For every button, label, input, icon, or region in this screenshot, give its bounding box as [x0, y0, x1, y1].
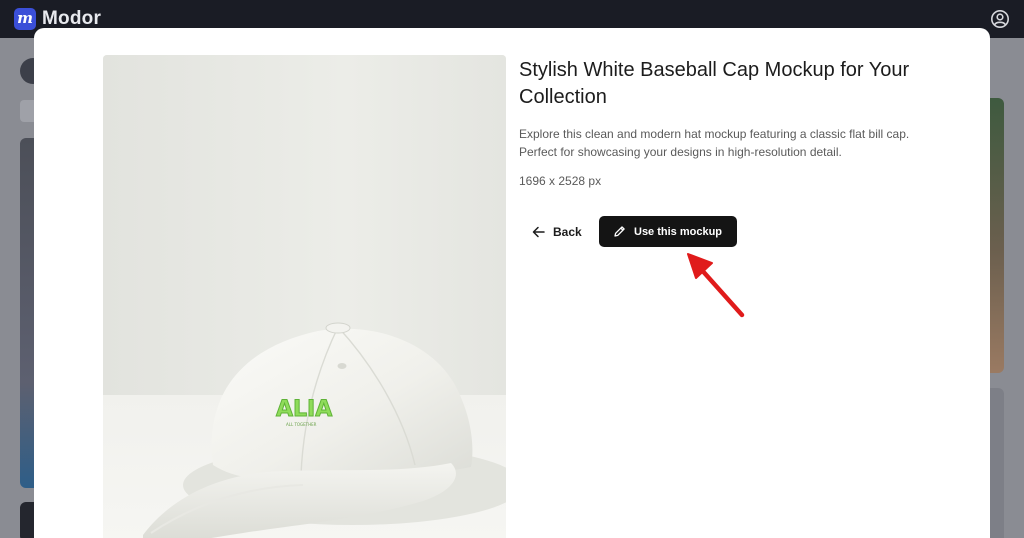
mockup-detail-modal: ALIA ALL TOGETHER Stylish White Baseball…: [34, 28, 990, 538]
mockup-title: Stylish White Baseball Cap Mockup for Yo…: [519, 59, 910, 108]
user-circle-icon[interactable]: [990, 9, 1010, 29]
background-card: [990, 388, 1004, 538]
pointer-arrow: [678, 246, 752, 324]
mockup-description: Explore this clean and modern hat mockup…: [519, 127, 910, 159]
use-mockup-button-label: Use this mockup: [634, 225, 723, 238]
arrow-left-icon: [532, 226, 545, 238]
back-button[interactable]: Back: [525, 216, 589, 247]
back-button-label: Back: [553, 224, 582, 239]
background-card: [990, 98, 1004, 373]
logo-mark: m: [14, 8, 36, 30]
mockup-preview-image: ALIA ALL TOGETHER: [103, 55, 506, 538]
pencil-icon: [613, 225, 626, 238]
mockup-dimensions: 1696 x 2528 px: [519, 174, 602, 188]
use-mockup-button[interactable]: Use this mockup: [599, 216, 737, 247]
cap-logo-subtext: ALL TOGETHER: [286, 422, 317, 427]
app-name: Modor: [42, 8, 102, 29]
cap-logo: ALIA: [276, 397, 332, 422]
